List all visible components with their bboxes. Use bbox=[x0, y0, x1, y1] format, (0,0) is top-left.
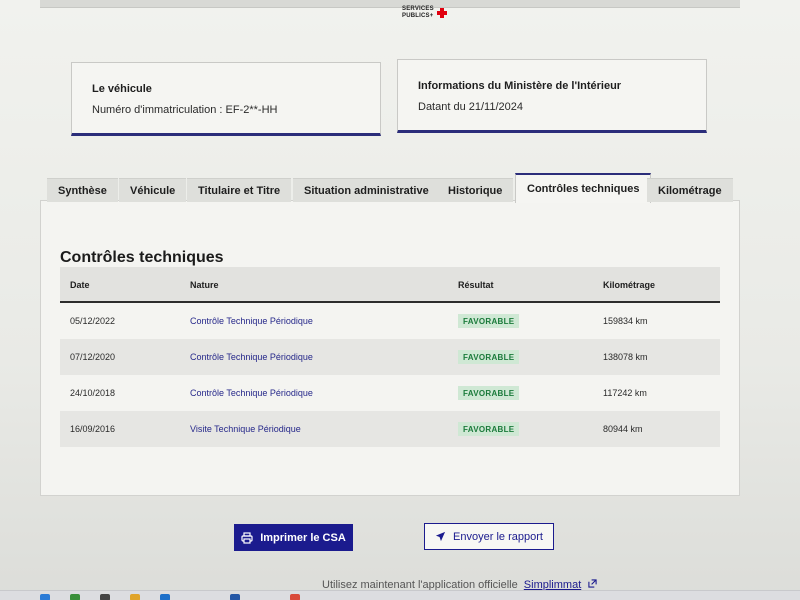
ministry-date: Datant du 21/11/2024 bbox=[418, 101, 523, 113]
printer-icon bbox=[241, 531, 253, 544]
paper-plane-icon bbox=[435, 531, 446, 542]
ministry-card-title: Informations du Ministère de l'Intérieur bbox=[418, 80, 622, 92]
send-button-label: Envoyer le rapport bbox=[453, 530, 543, 543]
taskbar-app-icon[interactable] bbox=[130, 594, 140, 600]
table-row: 05/12/2022 Contrôle Technique Périodique… bbox=[60, 303, 720, 339]
taskbar-app-icon[interactable] bbox=[230, 594, 240, 600]
row-mileage: 159834 km bbox=[603, 316, 648, 326]
inspections-table: Date Nature Résultat Kilométrage 05/12/2… bbox=[60, 267, 720, 447]
table-row: 24/10/2018 Contrôle Technique Périodique… bbox=[60, 375, 720, 411]
result-badge: FAVORABLE bbox=[458, 350, 520, 364]
row-nature: Contrôle Technique Périodique bbox=[190, 316, 313, 326]
result-badge: FAVORABLE bbox=[458, 386, 520, 400]
table-row: 07/12/2020 Contrôle Technique Périodique… bbox=[60, 339, 720, 375]
taskbar-app-icon[interactable] bbox=[70, 594, 80, 600]
row-date: 07/12/2020 bbox=[70, 352, 116, 362]
registration-number: Numéro d'immatriculation : EF-2**-HH bbox=[92, 104, 278, 116]
row-mileage: 117242 km bbox=[603, 388, 647, 398]
os-taskbar bbox=[0, 590, 800, 600]
table-header: Date Nature Résultat Kilométrage bbox=[60, 267, 720, 303]
services-publics-logo[interactable]: SERVICES PUBLICS+ bbox=[402, 5, 447, 21]
top-bar bbox=[40, 0, 740, 8]
tab-panel: Contrôles techniques Date Nature Résulta… bbox=[40, 200, 740, 496]
vehicle-card-title: Le véhicule bbox=[92, 83, 152, 95]
tab-titulaire[interactable]: Titulaire et Titre bbox=[187, 178, 292, 202]
row-nature: Contrôle Technique Périodique bbox=[190, 388, 313, 398]
result-badge: FAVORABLE bbox=[458, 422, 520, 436]
row-date: 05/12/2022 bbox=[70, 316, 116, 326]
header-date: Date bbox=[70, 280, 90, 290]
taskbar-app-icon[interactable] bbox=[160, 594, 170, 600]
header-result: Résultat bbox=[458, 280, 494, 290]
tab-vehicule[interactable]: Véhicule bbox=[119, 178, 187, 202]
taskbar-app-icon[interactable] bbox=[40, 594, 50, 600]
tab-kilometrage[interactable]: Kilométrage bbox=[647, 178, 733, 202]
row-date: 24/10/2018 bbox=[70, 388, 116, 398]
print-button-label: Imprimer le CSA bbox=[260, 531, 346, 544]
result-badge: FAVORABLE bbox=[458, 314, 520, 328]
taskbar-app-icon[interactable] bbox=[100, 594, 110, 600]
taskbar-app-icon[interactable] bbox=[290, 594, 300, 600]
header-nature: Nature bbox=[190, 280, 219, 290]
logo-text: SERVICES PUBLICS+ bbox=[402, 6, 434, 19]
row-mileage: 138078 km bbox=[603, 352, 648, 362]
header-mileage: Kilométrage bbox=[603, 280, 656, 290]
row-nature: Visite Technique Périodique bbox=[190, 424, 301, 434]
tab-historique[interactable]: Historique bbox=[437, 178, 514, 202]
panel-title: Contrôles techniques bbox=[60, 249, 224, 266]
external-link-icon bbox=[588, 579, 597, 588]
tab-situation-administrative[interactable]: Situation administrative bbox=[293, 178, 440, 202]
print-csa-button[interactable]: Imprimer le CSA bbox=[234, 524, 353, 551]
row-date: 16/09/2016 bbox=[70, 424, 116, 434]
ministry-card: Informations du Ministère de l'Intérieur… bbox=[397, 59, 707, 133]
row-mileage: 80944 km bbox=[603, 424, 643, 434]
send-report-button[interactable]: Envoyer le rapport bbox=[424, 523, 554, 550]
plus-cross-icon bbox=[436, 8, 447, 18]
tab-synthese[interactable]: Synthèse bbox=[47, 178, 118, 202]
tab-controles-techniques[interactable]: Contrôles techniques bbox=[515, 173, 652, 203]
row-nature: Contrôle Technique Périodique bbox=[190, 352, 313, 362]
vehicle-card: Le véhicule Numéro d'immatriculation : E… bbox=[71, 62, 381, 136]
table-row: 16/09/2016 Visite Technique Périodique F… bbox=[60, 411, 720, 447]
